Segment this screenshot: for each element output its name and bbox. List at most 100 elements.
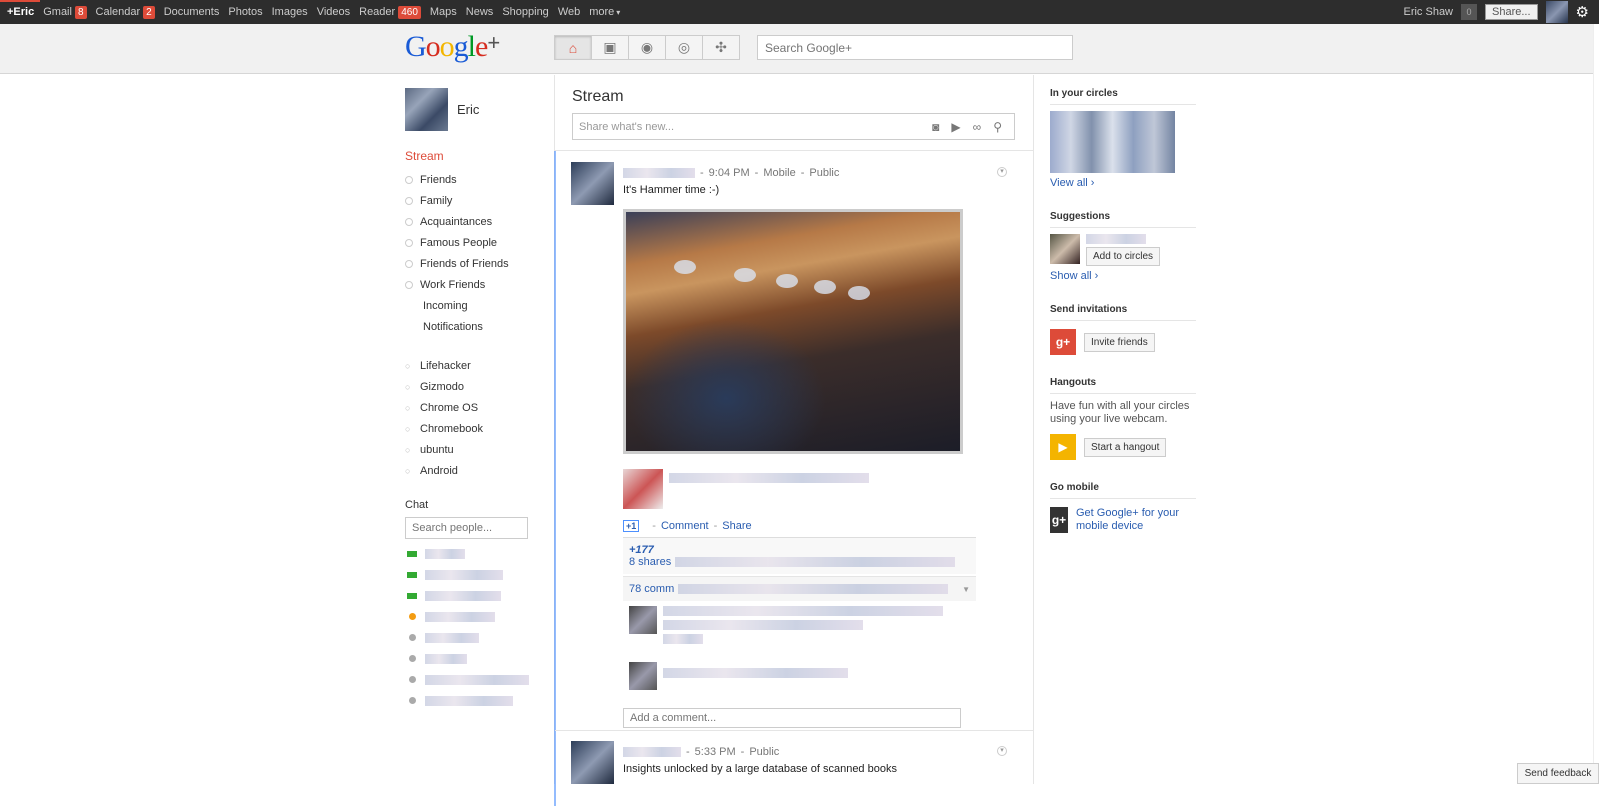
comments-count[interactable]: 78 comm <box>629 583 674 595</box>
shares-count[interactable]: 8 shares <box>629 556 671 568</box>
google-plus-logo[interactable]: Google+ <box>405 30 500 64</box>
view-all-link[interactable]: View all › <box>1050 177 1094 189</box>
spark-item[interactable]: ○ Chromebook <box>405 418 555 439</box>
account-avatar[interactable] <box>1545 1 1568 23</box>
topnav-reader-link[interactable]: Reader 460 <box>359 5 421 19</box>
chevron-down-icon[interactable]: ▼ <box>962 585 970 594</box>
topnav-images-link[interactable]: Images <box>272 6 308 18</box>
circles-icon[interactable]: ◎ <box>665 35 703 60</box>
link-preview[interactable] <box>623 469 869 509</box>
sidebar-item-friends[interactable]: Friends <box>405 169 555 190</box>
sidebar-item-famous-people[interactable]: Famous People <box>405 232 555 253</box>
sidebar-item-family[interactable]: Family <box>405 190 555 211</box>
topnav-videos-link[interactable]: Videos <box>317 6 350 18</box>
chat-contact[interactable] <box>407 648 555 669</box>
home-icon[interactable]: ⌂ <box>554 35 592 60</box>
start-hangout-button[interactable]: Start a hangout <box>1084 437 1167 457</box>
spark-item[interactable]: ○ Android <box>405 460 555 481</box>
get-mobile-link[interactable]: Get Google+ for your mobile device <box>1076 507 1196 533</box>
profile-name[interactable]: Eric <box>457 102 479 117</box>
link-thumbnail[interactable] <box>623 469 663 509</box>
chevron-down-icon[interactable]: ▾ <box>997 167 1007 177</box>
topnav-shopping-link[interactable]: Shopping <box>502 6 549 18</box>
sidebar-item-label: Work Friends <box>420 278 486 291</box>
circle-avatars[interactable] <box>1050 111 1175 173</box>
send-feedback-button[interactable]: Send feedback <box>1517 763 1599 784</box>
spark-item[interactable]: ○ Chrome OS <box>405 397 555 418</box>
stream-post: - 5:33 PM - Public ▾ Insights unlocked b… <box>571 741 1011 784</box>
avatar[interactable] <box>629 662 657 690</box>
blurred-text <box>663 620 863 630</box>
topnav-news-link[interactable]: News <box>466 6 494 18</box>
camera-icon[interactable]: ◙ <box>932 120 939 134</box>
chat-contact[interactable] <box>407 606 555 627</box>
share-link[interactable]: Share <box>722 520 751 532</box>
suggestion-name-blurred[interactable] <box>1086 234 1146 244</box>
author-name-blurred[interactable] <box>623 747 681 757</box>
add-comment-input[interactable] <box>623 708 961 728</box>
spark-item[interactable]: ○ Gizmodo <box>405 376 555 397</box>
location-icon[interactable]: ⚲ <box>993 120 1002 134</box>
show-all-link[interactable]: Show all › <box>1050 270 1098 282</box>
account-area: Eric Shaw 0 Share... ⚙ <box>1403 0 1589 24</box>
author-name-blurred[interactable] <box>623 168 695 178</box>
topnav-maps-link[interactable]: Maps <box>430 6 457 18</box>
sidebar-item-notifications[interactable]: Notifications <box>405 316 555 337</box>
notification-count[interactable]: 0 <box>1461 4 1478 20</box>
topnav-documents-link[interactable]: Documents <box>164 6 220 18</box>
profile-icon[interactable]: ◉ <box>628 35 666 60</box>
post-time[interactable]: 9:04 PM <box>709 167 750 179</box>
post-time[interactable]: 5:33 PM <box>695 746 736 758</box>
idle-status-icon <box>409 655 416 662</box>
gear-icon[interactable]: ⚙ <box>1576 3 1589 21</box>
post-visibility[interactable]: Public <box>749 746 779 758</box>
sidebar-item-work-friends[interactable]: Work Friends <box>405 274 555 295</box>
comment <box>629 606 943 644</box>
chat-contact[interactable] <box>407 627 555 648</box>
spark-item[interactable]: ○ Lifehacker <box>405 355 555 376</box>
link-icon[interactable]: ∞ <box>973 120 982 134</box>
post-visibility[interactable]: Public <box>809 167 839 179</box>
topnav-calendar-link[interactable]: Calendar 2 <box>96 5 155 19</box>
invite-friends-button[interactable]: Invite friends <box>1084 332 1155 352</box>
sidebar-item-friends-of-friends[interactable]: Friends of Friends <box>405 253 555 274</box>
avatar[interactable] <box>571 741 614 784</box>
photos-icon[interactable]: ▣ <box>591 35 629 60</box>
chevron-down-icon[interactable]: ▾ <box>997 746 1007 756</box>
chat-contact[interactable] <box>407 564 555 585</box>
games-icon[interactable]: ✣ <box>702 35 740 60</box>
chat-contact[interactable] <box>407 543 555 564</box>
scrollbar[interactable] <box>1593 24 1599 784</box>
avatar[interactable] <box>1050 234 1080 264</box>
expand-comments-bar[interactable]: 78 comm ▼ <box>623 576 976 601</box>
avatar[interactable] <box>571 162 614 205</box>
spark-item[interactable]: ○ ubuntu <box>405 439 555 460</box>
share-box-input[interactable]: Share what's new... ◙ ▶ ∞ ⚲ <box>572 113 1015 140</box>
profile-summary[interactable]: Eric <box>405 88 555 131</box>
avatar[interactable] <box>629 606 657 634</box>
chat-search-input[interactable] <box>405 517 528 539</box>
topnav-profile-link[interactable]: +Eric <box>7 6 34 18</box>
account-name[interactable]: Eric Shaw <box>1403 6 1453 18</box>
add-to-circles-button[interactable]: Add to circles <box>1086 247 1161 266</box>
sidebar-item-incoming[interactable]: Incoming <box>405 295 555 316</box>
chat-contact[interactable] <box>407 690 555 711</box>
topnav-photos-link[interactable]: Photos <box>228 6 262 18</box>
link-title-blurred[interactable] <box>669 473 869 483</box>
topnav-web-link[interactable]: Web <box>558 6 580 18</box>
chat-contact[interactable] <box>407 669 555 690</box>
plus-one-count[interactable]: +177 <box>629 544 970 556</box>
comment-link[interactable]: Comment <box>661 520 709 532</box>
post-photo[interactable] <box>623 209 963 454</box>
chat-contact[interactable] <box>407 585 555 606</box>
topnav-gmail-link[interactable]: Gmail 8 <box>43 5 87 19</box>
stream-link[interactable]: Stream <box>405 149 555 163</box>
plus-one-button[interactable]: +1 <box>623 520 640 532</box>
share-box[interactable]: Share... <box>1485 4 1538 20</box>
topnav-more-menu[interactable]: more ▾ <box>589 6 620 18</box>
search-input[interactable] <box>757 35 1073 60</box>
video-icon[interactable]: ▶ <box>951 120 960 134</box>
avatar[interactable] <box>405 88 448 131</box>
sidebar-item-acquaintances[interactable]: Acquaintances <box>405 211 555 232</box>
blurred-text <box>663 606 943 616</box>
